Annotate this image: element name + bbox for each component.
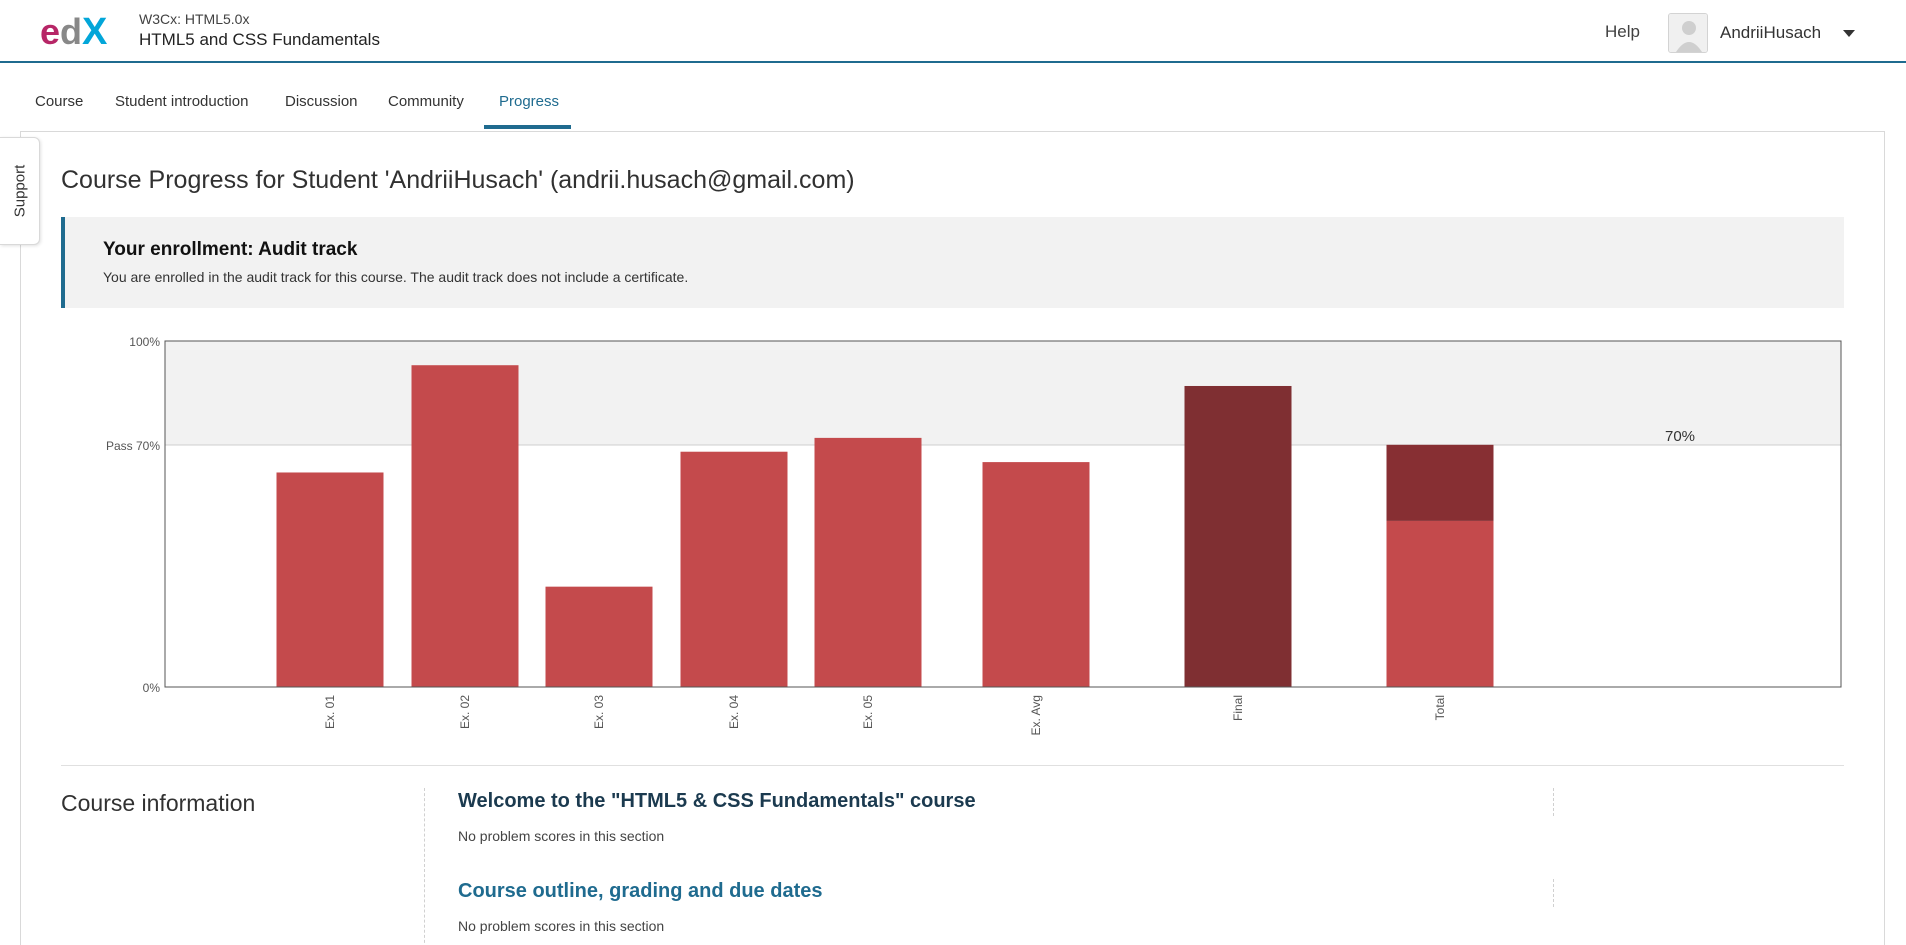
chevron-down-icon[interactable]	[1843, 29, 1856, 37]
svg-text:d: d	[60, 12, 82, 50]
support-label[interactable]: Support	[11, 165, 28, 218]
bar-ex-02	[411, 365, 519, 687]
avatar[interactable]	[1668, 13, 1708, 53]
help-link[interactable]: Help	[1605, 22, 1640, 42]
username[interactable]: AndriiHusach	[1720, 23, 1821, 43]
tab-community[interactable]: Community	[388, 93, 464, 110]
user-avatar-icon	[1669, 14, 1707, 52]
section-title-welcome: Welcome to the "HTML5 & CSS Fundamentals…	[458, 790, 976, 812]
x-tick-label-ex-05: Ex. 05	[861, 695, 875, 729]
x-tick-label-total: Total	[1433, 695, 1447, 720]
edx-logo[interactable]: e d X	[40, 12, 120, 50]
svg-text:X: X	[82, 12, 108, 50]
enrollment-text: You are enrolled in the audit track for …	[103, 269, 689, 285]
tab-discussion[interactable]: Discussion	[285, 93, 358, 110]
section-score-divider	[1553, 879, 1554, 907]
course-name: HTML5 and CSS Fundamentals	[139, 30, 380, 49]
bar-ex-03	[545, 586, 653, 687]
total-value-label: 70%	[1665, 428, 1695, 445]
section-divider	[61, 765, 1844, 766]
bar-final	[1184, 385, 1292, 687]
section-note: No problem scores in this section	[458, 918, 665, 934]
course-information-title: Course information	[61, 790, 256, 816]
active-tab-indicator	[484, 125, 571, 129]
section-note: No problem scores in this section	[458, 828, 665, 844]
course-info-divider	[424, 788, 425, 945]
support-tab[interactable]: Support	[0, 137, 40, 245]
bar-total-lower	[1386, 520, 1494, 687]
site-header: e d X W3Cx: HTML5.0x HTML5 and CSS Funda…	[0, 0, 1906, 63]
svg-text:e: e	[40, 12, 60, 50]
bar-total-upper	[1386, 444, 1494, 521]
course-tabs: Course Student introduction Discussion C…	[0, 63, 1906, 131]
bar-ex-04	[680, 451, 788, 687]
enrollment-message: Your enrollment: Audit track You are enr…	[61, 217, 1844, 308]
section-title-outline[interactable]: Course outline, grading and due dates	[458, 880, 822, 903]
tab-progress[interactable]: Progress	[499, 93, 559, 110]
x-tick-label-ex-04: Ex. 04	[727, 695, 741, 729]
y-tick-label-0: 0%	[143, 681, 161, 695]
x-tick-label-final: Final	[1231, 695, 1245, 721]
bar-ex-avg	[982, 462, 1090, 687]
section-score-divider	[1553, 788, 1554, 816]
tab-course[interactable]: Course	[35, 93, 83, 110]
enrollment-title: Your enrollment: Audit track	[103, 239, 358, 260]
x-tick-label-ex-02: Ex. 02	[458, 695, 472, 729]
page-title: Course Progress for Student 'AndriiHusac…	[61, 166, 855, 194]
bar-ex-05	[814, 437, 922, 687]
x-axis-labels: Ex. 01 Ex. 02 Ex. 03 Ex. 04 Ex. 05 Ex. Avg Fin…	[323, 695, 1447, 736]
tab-student-introduction[interactable]: Student introduction	[115, 93, 248, 110]
course-org: W3Cx: HTML5.0x	[139, 11, 250, 27]
bar-ex-01	[276, 472, 384, 687]
x-tick-label-ex-01: Ex. 01	[323, 695, 337, 729]
grade-chart: 100% Pass 70% 0% 70% Ex. 01 Ex. 02 Ex. 03 E…	[106, 335, 1842, 736]
y-tick-label-pass: Pass 70%	[106, 439, 160, 453]
y-tick-label-100: 100%	[129, 335, 160, 349]
user-menu[interactable]: AndriiHusach	[1668, 13, 1856, 53]
x-tick-label-ex-avg: Ex. Avg	[1029, 695, 1043, 735]
x-tick-label-ex-03: Ex. 03	[592, 695, 606, 729]
course-meta: W3Cx: HTML5.0x HTML5 and CSS Fundamental…	[139, 10, 380, 51]
